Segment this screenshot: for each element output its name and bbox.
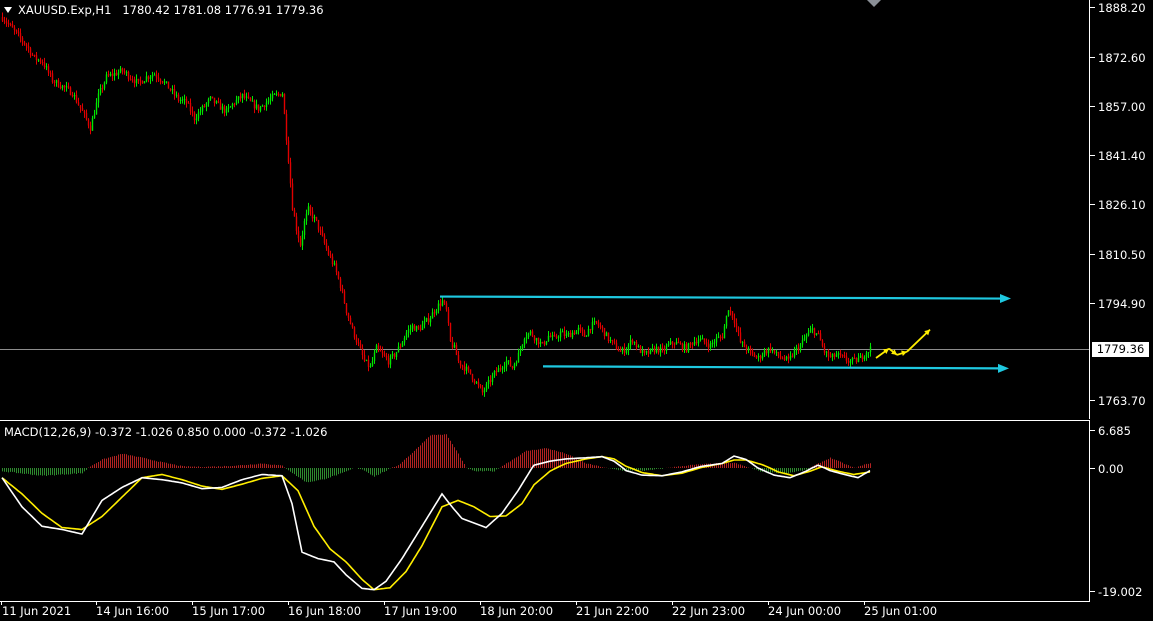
time-label: 15 Jun 17:00 <box>192 604 266 618</box>
price-tick <box>1090 155 1095 156</box>
time-label: 22 Jun 23:00 <box>672 604 746 618</box>
price-tick <box>1090 57 1095 58</box>
pane-separator[interactable] <box>0 420 1090 421</box>
price-label: 1888.20 <box>1098 1 1146 15</box>
macd-label: MACD(12,26,9) -0.372 -1.026 0.850 0.000 … <box>4 425 328 439</box>
macd-tick <box>1090 430 1095 431</box>
main-chart-pane <box>0 0 1090 419</box>
price-label: 1810.50 <box>1098 248 1146 262</box>
current-price-label: 1779.36 <box>1092 342 1149 357</box>
macd-scale-max: 6.685 <box>1098 424 1131 438</box>
price-tick <box>1090 303 1095 304</box>
time-label: 18 Jun 20:00 <box>480 604 554 618</box>
price-label: 1872.60 <box>1098 51 1146 65</box>
time-label: 24 Jun 00:00 <box>768 604 842 618</box>
time-label: 21 Jun 22:00 <box>576 604 650 618</box>
time-label: 14 Jun 16:00 <box>96 604 170 618</box>
price-label: 1841.40 <box>1098 149 1146 163</box>
ohlc-values: 1780.42 1781.08 1776.91 1779.36 <box>122 3 324 17</box>
price-tick <box>1090 204 1095 205</box>
time-label: 25 Jun 01:00 <box>864 604 938 618</box>
dropdown-triangle-icon[interactable] <box>4 7 12 13</box>
price-tick <box>1090 106 1095 107</box>
macd-tick <box>1090 468 1095 469</box>
price-tick <box>1090 7 1095 8</box>
time-label: 16 Jun 18:00 <box>288 604 362 618</box>
price-label: 1794.90 <box>1098 297 1146 311</box>
macd-tick <box>1090 591 1095 592</box>
macd-scale-min: -19.002 <box>1098 585 1143 599</box>
price-label: 1763.70 <box>1098 394 1146 408</box>
symbol-name: XAUUSD.Exp,H1 <box>18 3 112 17</box>
symbol-header: XAUUSD.Exp,H1 1780.42 1781.08 1776.91 17… <box>4 3 324 17</box>
macd-indicator-pane <box>0 421 1090 602</box>
price-tick <box>1090 254 1095 255</box>
time-label: 11 Jun 2021 <box>2 604 72 618</box>
chart-shift-marker[interactable] <box>867 0 881 7</box>
macd-scale-zero: 0.00 <box>1098 462 1124 476</box>
price-label: 1826.10 <box>1098 198 1146 212</box>
time-label: 17 Jun 19:00 <box>384 604 458 618</box>
macd-header: MACD(12,26,9) -0.372 -1.026 0.850 0.000 … <box>4 425 327 439</box>
price-tick <box>1090 400 1095 401</box>
price-label: 1857.00 <box>1098 100 1146 114</box>
